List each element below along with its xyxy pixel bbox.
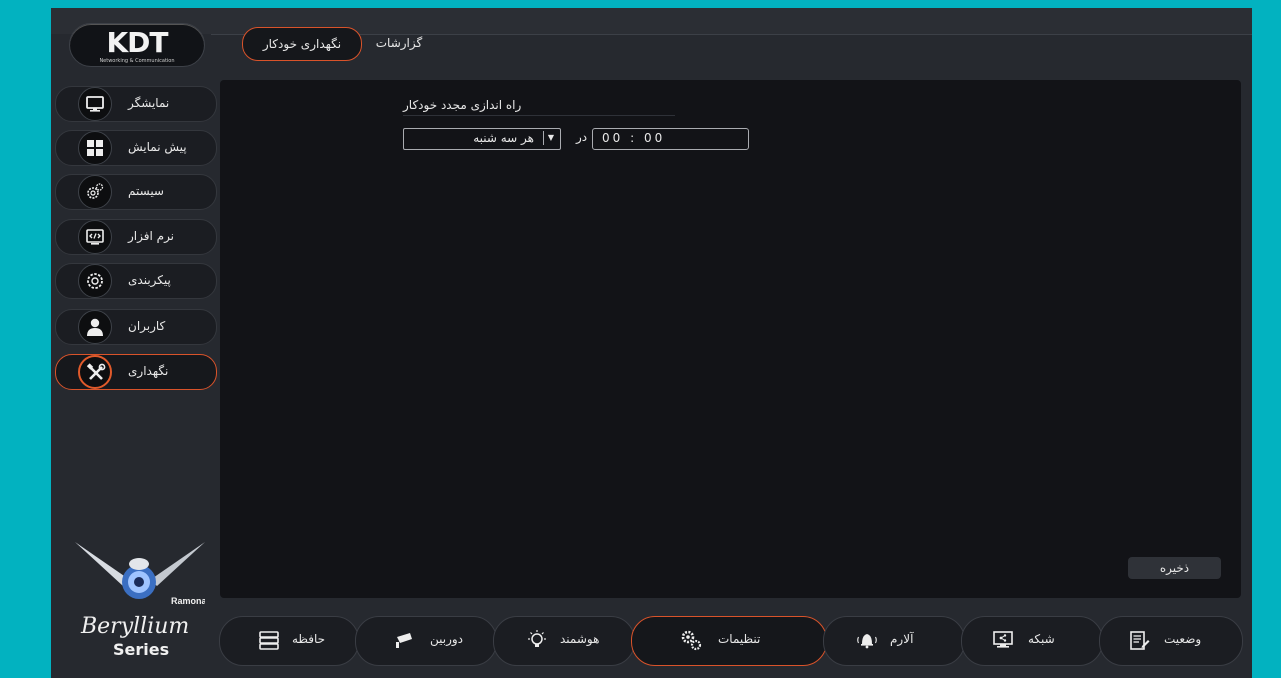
nav-storage[interactable]: حافظه <box>219 616 359 666</box>
day-select-value: هر سه شنبه <box>473 131 534 145</box>
sidebar-item-system[interactable]: سیستم <box>55 174 217 210</box>
series-word: Series <box>113 640 170 659</box>
settings-gears-icon <box>680 629 702 651</box>
nav-label: وضعیت <box>1164 632 1202 646</box>
nav-status[interactable]: وضعیت <box>1099 616 1243 666</box>
section-divider <box>403 115 675 116</box>
grid-icon <box>78 131 112 165</box>
day-select[interactable]: هر سه شنبه ▼ <box>403 128 561 150</box>
logo-tagline: Networking & Communication <box>99 58 175 64</box>
nav-label: دوربین <box>430 632 464 646</box>
user-icon <box>78 310 112 344</box>
network-icon <box>992 629 1014 651</box>
settings-panel: راه اندازی مجدد خودکار هر سه شنبه ▼ در 0… <box>220 80 1241 598</box>
sidebar-item-label: پیش نمایش <box>128 140 187 154</box>
chevron-down-icon[interactable]: ▼ <box>543 131 558 145</box>
nav-label: تنظیمات <box>718 632 761 646</box>
nav-settings[interactable]: تنظیمات <box>631 616 827 666</box>
code-icon <box>78 220 112 254</box>
ramona-mascot-image: Ramona <box>75 542 205 606</box>
sidebar-item-label: نگهداری <box>128 364 169 378</box>
mascot-label: Ramona <box>171 596 205 606</box>
sidebar-item-config[interactable]: پیکربندی <box>55 263 217 299</box>
nav-alarm[interactable]: آلارم <box>823 616 965 666</box>
sidebar-item-label: کاربران <box>128 319 166 333</box>
camera-icon <box>394 629 416 651</box>
gears-icon <box>78 175 112 209</box>
sidebar-item-label: نمایشگر <box>128 96 170 110</box>
save-button[interactable]: ذخیره <box>1128 557 1221 579</box>
section-title: راه اندازی مجدد خودکار <box>403 98 522 112</box>
app-window: KDT Networking & Communication نگهداری خ… <box>51 8 1252 678</box>
sidebar-item-label: نرم افزار <box>128 229 175 243</box>
top-bar <box>51 8 1252 34</box>
time-input[interactable]: 00 : 00 <box>592 128 749 150</box>
sidebar-item-display[interactable]: نمایشگر <box>55 86 217 122</box>
sidebar-item-preview[interactable]: پیش نمایش <box>55 130 217 166</box>
smart-bulb-icon <box>526 629 548 651</box>
tab-auto-maintenance[interactable]: نگهداری خودکار <box>242 27 362 61</box>
time-value: 00 : 00 <box>602 131 666 145</box>
at-label: در <box>576 130 588 144</box>
series-name: Beryllium <box>81 614 190 639</box>
sidebar-item-label: سیستم <box>128 184 164 198</box>
kdt-logo: KDT Networking & Communication <box>69 23 205 67</box>
nav-label: شبکه <box>1028 632 1055 646</box>
storage-icon <box>258 629 280 651</box>
sidebar-item-software[interactable]: نرم افزار <box>55 219 217 255</box>
nav-network[interactable]: شبکه <box>961 616 1103 666</box>
sidebar-item-label: پیکربندی <box>128 273 171 287</box>
nav-label: حافظه <box>292 632 326 646</box>
tools-icon <box>78 355 112 389</box>
sidebar-item-users[interactable]: کاربران <box>55 309 217 345</box>
status-icon <box>1128 629 1150 651</box>
monitor-icon <box>78 87 112 121</box>
config-gear-icon <box>78 264 112 298</box>
sidebar-item-maintenance[interactable]: نگهداری <box>55 354 217 390</box>
top-divider <box>211 34 1252 35</box>
tab-reports[interactable]: گزارشات <box>369 27 429 59</box>
alarm-bell-icon <box>856 629 878 651</box>
bottom-nav: حافظه دوربین هوشمند تنظیمات آلارم شبکه و… <box>219 616 1243 666</box>
nav-smart[interactable]: هوشمند <box>493 616 635 666</box>
nav-camera[interactable]: دوربین <box>355 616 497 666</box>
logo-mark: KDT <box>106 26 168 59</box>
nav-label: آلارم <box>890 632 914 646</box>
nav-label: هوشمند <box>560 632 600 646</box>
